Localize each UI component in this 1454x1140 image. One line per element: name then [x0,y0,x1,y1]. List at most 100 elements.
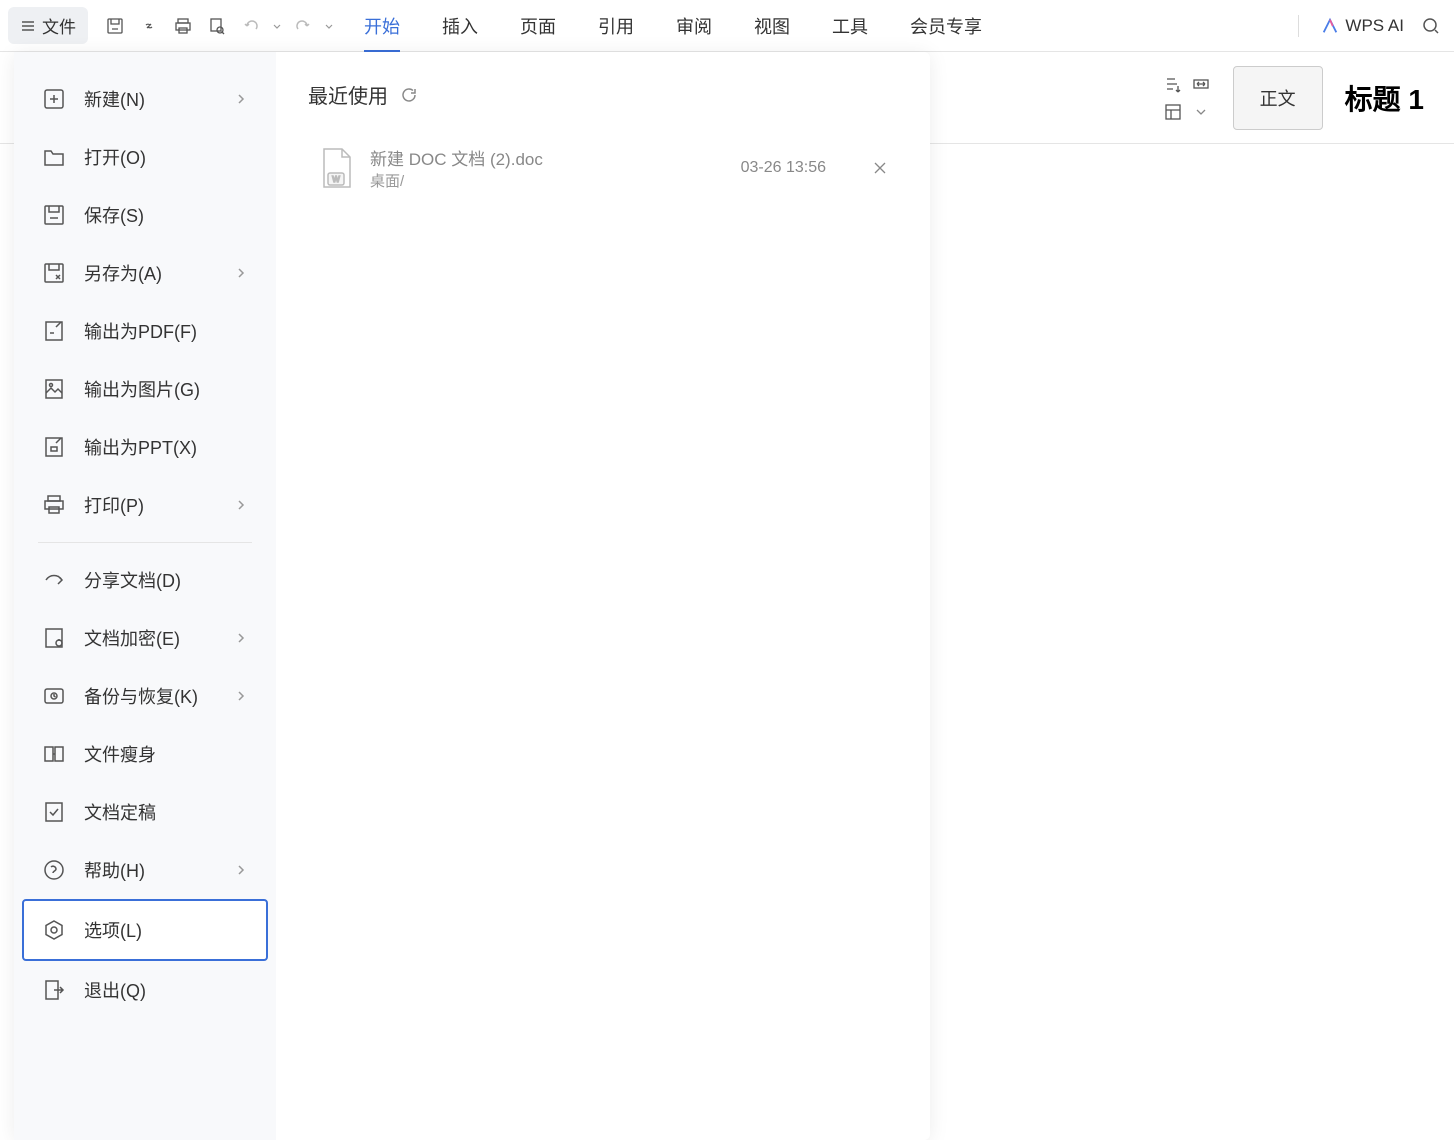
tab-member[interactable]: 会员专享 [910,1,982,51]
redo-dropdown-icon[interactable] [322,21,336,31]
menu-label: 帮助(H) [84,857,216,883]
menu-item-help[interactable]: 帮助(H) [24,841,266,899]
menu-label: 输出为PDF(F) [84,318,248,344]
chevron-right-icon [234,631,248,645]
sort-icon[interactable] [1163,74,1183,94]
refresh-icon[interactable] [400,86,418,104]
tab-insert[interactable]: 插入 [442,1,478,51]
image-icon [42,377,66,401]
menu-item-backup[interactable]: 备份与恢复(K) [24,667,266,725]
layout-icon[interactable] [1163,102,1183,122]
doc-time: 03-26 13:56 [741,159,826,177]
menu-label: 文档定稿 [84,799,248,825]
menu-item-save[interactable]: 保存(S) [24,186,266,244]
pdf-icon [42,319,66,343]
file-menu-sidebar: 新建(N) 打开(O) 保存(S) 另存为(A) 输出为PDF(F) 输出为图片(G) 输出… [14,52,276,1140]
menu-label: 文档加密(E) [84,625,216,651]
recent-panel: 最近使用 W 新建 DOC 文档 (2).doc 桌面/ 03-26 13:56 [276,52,930,1140]
menu-item-image[interactable]: 输出为图片(G) [24,360,266,418]
menu-item-options[interactable]: 选项(L) [22,899,268,961]
wps-ai-icon [1321,17,1339,35]
menu-item-ppt[interactable]: 输出为PPT(X) [24,418,266,476]
style-normal[interactable]: 正文 [1233,66,1323,130]
chevron-right-icon [234,266,248,280]
doc-info: 新建 DOC 文档 (2).doc 桌面/ [370,145,725,191]
encrypt-icon [42,626,66,650]
main-toolbar: 文件 开始 插入 页面 引用 审阅 视图 工具 会员专享 WPS AI [0,0,1454,52]
undo-dropdown-icon[interactable] [270,21,284,31]
ribbon-tools [1163,74,1211,122]
backup-icon [42,684,66,708]
print-preview-icon[interactable] [202,11,232,41]
menu-item-slim[interactable]: 文件瘦身 [24,725,266,783]
save-icon [42,203,66,227]
exit-icon [42,978,66,1002]
menu-item-encrypt[interactable]: 文档加密(E) [24,609,266,667]
ppt-icon [42,435,66,459]
doc-path: 桌面/ [370,170,725,191]
tab-review[interactable]: 审阅 [676,1,712,51]
file-dropdown-panel: 新建(N) 打开(O) 保存(S) 另存为(A) 输出为PDF(F) 输出为图片(G) 输出… [14,52,930,1140]
redo-icon[interactable] [288,11,318,41]
menu-label: 输出为PPT(X) [84,434,248,460]
text-width-icon[interactable] [1191,74,1211,94]
print-icon[interactable] [168,11,198,41]
new-icon [42,87,66,111]
style-heading-1[interactable]: 标题 1 [1335,78,1434,118]
undo-icon[interactable] [236,11,266,41]
tab-view[interactable]: 视图 [754,1,790,51]
wps-ai-button[interactable]: WPS AI [1321,16,1404,36]
menu-item-share[interactable]: 分享文档(D) [24,551,266,609]
doc-name: 新建 DOC 文档 (2).doc [370,145,725,170]
tab-tools[interactable]: 工具 [832,1,868,51]
tab-reference[interactable]: 引用 [598,1,634,51]
quick-access [100,11,336,41]
menu-item-final[interactable]: 文档定稿 [24,783,266,841]
final-icon [42,800,66,824]
save-icon[interactable] [100,11,130,41]
chevron-right-icon [234,689,248,703]
recent-header: 最近使用 [308,80,898,109]
menu-label: 退出(Q) [84,977,248,1003]
tab-page[interactable]: 页面 [520,1,556,51]
file-menu-button[interactable]: 文件 [8,7,88,44]
menu-item-saveas[interactable]: 另存为(A) [24,244,266,302]
recent-title: 最近使用 [308,80,388,109]
divider [1298,15,1299,37]
file-menu-label: 文件 [42,13,76,38]
svg-text:W: W [332,175,340,184]
menu-label: 输出为图片(G) [84,376,248,402]
menu-label: 新建(N) [84,86,216,112]
remove-recent-icon[interactable] [872,160,888,176]
help-icon [42,858,66,882]
menu-label: 打印(P) [84,492,216,518]
toolbar-right: WPS AI [1288,11,1446,41]
options-icon [42,918,66,942]
ribbon-tabs: 开始 插入 页面 引用 审阅 视图 工具 会员专享 [364,1,982,51]
menu-item-print[interactable]: 打印(P) [24,476,266,534]
menu-item-exit[interactable]: 退出(Q) [24,961,266,1019]
hamburger-icon [20,18,36,34]
chevron-right-icon [234,863,248,877]
menu-label: 文件瘦身 [84,741,248,767]
document-canvas[interactable] [930,145,1454,1140]
tab-start[interactable]: 开始 [364,1,400,51]
menu-label: 分享文档(D) [84,567,248,593]
menu-item-new[interactable]: 新建(N) [24,70,266,128]
menu-divider [38,542,252,543]
chevron-down-icon[interactable] [1191,102,1211,122]
recent-file-item[interactable]: W 新建 DOC 文档 (2).doc 桌面/ 03-26 13:56 [308,133,898,203]
slim-icon [42,742,66,766]
open-icon [42,145,66,169]
menu-label: 备份与恢复(K) [84,683,216,709]
chevron-right-icon [234,498,248,512]
menu-label: 打开(O) [84,144,248,170]
link-icon[interactable] [134,11,164,41]
menu-item-open[interactable]: 打开(O) [24,128,266,186]
chevron-right-icon [234,92,248,106]
menu-item-pdf[interactable]: 输出为PDF(F) [24,302,266,360]
menu-label: 选项(L) [84,917,248,943]
menu-label: 另存为(A) [84,260,216,286]
search-icon[interactable] [1416,11,1446,41]
print-icon [42,493,66,517]
